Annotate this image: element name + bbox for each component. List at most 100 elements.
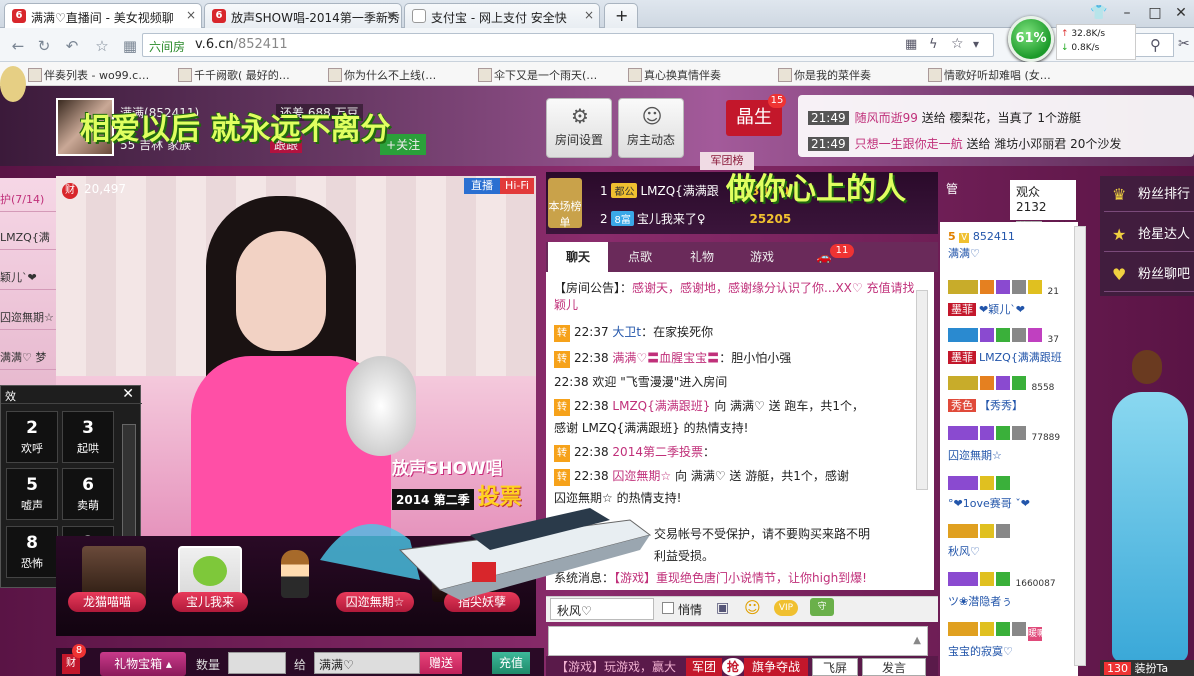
gift-label[interactable]: 宝儿我来 (172, 592, 248, 612)
undo-icon[interactable]: ↶ (62, 36, 82, 56)
chat-target-select[interactable]: 秋风♡ (550, 598, 654, 620)
fan-rank-button[interactable]: ♛ 粉丝排行 (1104, 178, 1194, 212)
star-icon[interactable]: ☆ (92, 36, 112, 56)
audience-item[interactable]: 暖嘛 宝宝的寂寞♡ (948, 622, 1072, 659)
audience-scrollbar[interactable] (1074, 226, 1086, 666)
close-icon[interactable]: × (186, 8, 196, 22)
lightning-icon[interactable]: ϟ (929, 37, 938, 52)
effect-button[interactable]: 6 卖萌 (62, 468, 114, 520)
qty-label: 数量 (196, 658, 221, 672)
recipient-select[interactable]: 满满♡ (314, 652, 420, 674)
audience-item[interactable]: 1660087 ツ❀潜隐者ぅ (948, 572, 1072, 609)
host-dynamics-button[interactable]: ☺ 房主动态 (618, 98, 684, 158)
chat-line: 转 22:38 LMZQ{满满跟班} 向 满满♡ 送 跑车，共1个， (554, 398, 914, 416)
manage-label[interactable]: 管 (946, 180, 958, 197)
audience-item[interactable]: 5 V 852411 满满♡ (948, 230, 1072, 261)
gift-label[interactable]: 龙猫喵喵 (68, 592, 146, 612)
tab-chat[interactable]: 聊天 (548, 242, 608, 272)
chat-input[interactable]: ▲ (548, 626, 928, 656)
image-icon[interactable]: ▣ (716, 600, 729, 616)
dress-up-label[interactable]: 130 装扮Ta (1100, 660, 1194, 676)
address-bar[interactable]: 六间房 v.6.cn/852411 ▦ ϟ ☆ ▾ (142, 33, 994, 57)
effect-button[interactable]: 8 恐怖 (6, 526, 58, 578)
emoji-icon[interactable]: ☺ (744, 598, 761, 617)
effect-button[interactable]: 2 欢呼 (6, 411, 58, 463)
shirt-icon[interactable]: 👕 (1084, 2, 1114, 24)
effect-button[interactable]: 3 起哄 (62, 411, 114, 463)
flag-war-button[interactable]: 旗争夺战 (744, 658, 808, 676)
effect-button[interactable]: 5 嘘声 (6, 468, 58, 520)
bookmark-item[interactable]: 千千阙歌( 最好的… (176, 67, 290, 83)
bookmark-item[interactable]: 伞下又是一个雨天(… (476, 67, 597, 83)
guard-title: 护(7/14) (0, 184, 56, 212)
bookmark-item[interactable]: 伴奏列表 - wo99.c… (26, 67, 149, 83)
effects-title: 效 (1, 386, 142, 404)
guard-item[interactable]: 满满♡ 梦 (0, 342, 56, 370)
whisper-checkbox[interactable] (662, 602, 674, 614)
tab-gift[interactable]: 礼物 (672, 242, 732, 272)
up-arrow-icon: ↑ (1061, 29, 1069, 39)
tab-show[interactable]: 6 放声SHOW唱-2014第一季新秀 × (204, 3, 402, 28)
session-rank-badge[interactable]: 本场榜单 (548, 178, 582, 229)
model-dress (1112, 392, 1188, 662)
room-settings-button[interactable]: ⚙ 房间设置 (546, 98, 612, 158)
speed-ball[interactable]: 61% (1008, 16, 1054, 62)
vip-icon: V (959, 233, 970, 243)
search-icon[interactable]: ⚲ (1150, 36, 1161, 54)
close-icon[interactable]: ✕ (122, 386, 134, 402)
close-icon[interactable]: × (584, 8, 594, 22)
guard-item[interactable]: 颖儿`❤ (0, 262, 56, 290)
gift-box-button[interactable]: 礼物宝箱 ▴ (100, 652, 186, 676)
audience-item[interactable]: 21 墨菲 ❤颖儿`❤ (948, 280, 1072, 317)
audience-item[interactable]: 37 墨菲 LMZQ{满满跟班 (948, 328, 1072, 365)
fan-bar-button[interactable]: ♥ 粉丝聊吧 (1104, 258, 1194, 292)
audience-item[interactable]: 秋风♡ (948, 524, 1072, 559)
say-button[interactable]: 发言 (862, 658, 926, 676)
rank-row[interactable]: 2 8富 宝儿我来了♀ 25205 (600, 210, 791, 230)
recharge-button[interactable]: 充值 (492, 652, 530, 674)
expand-icon[interactable]: ▲ (913, 635, 921, 646)
minimize-icon[interactable]: – (1112, 2, 1142, 24)
bookmark-item[interactable]: 你为什么不上线(… (326, 67, 436, 83)
send-gift-button[interactable]: 赠送 (420, 652, 462, 674)
army-button[interactable]: 军团 (686, 658, 722, 676)
audience-item[interactable]: 8558 秀色 【秀秀】 (948, 376, 1072, 413)
level-badge (948, 622, 978, 636)
audience-item[interactable]: °❤1ove赛哥 ˇ❤ (948, 476, 1072, 511)
new-tab-button[interactable]: + (604, 3, 638, 28)
scissors-icon[interactable]: ✂ (1178, 36, 1190, 52)
bookmark-item[interactable]: 情歌好听却难唱 (女… (926, 67, 1051, 83)
bookmark-item[interactable]: 你是我的菜伴奏 (776, 67, 871, 83)
guard-item[interactable]: 囚迩無期☆ (0, 302, 56, 330)
bookmark-item[interactable]: 真心换真情伴奏 (626, 67, 721, 83)
chat-line: 转 22:37 大卫t：在家挨死你 (554, 324, 914, 342)
url-text[interactable]: v.6.cn/852411 (195, 37, 288, 52)
star-count-badge: 15 (768, 94, 786, 108)
guard-item[interactable]: LMZQ{满 (0, 222, 56, 250)
gear-icon: ⚙ (571, 104, 589, 128)
tab-live-room[interactable]: 6 满满♡直播间 - 美女视频聊 × (4, 3, 202, 28)
qr-icon[interactable]: ▦ (905, 37, 917, 52)
vip-icon[interactable]: VIP (774, 600, 798, 616)
refresh-icon[interactable]: ↻ (34, 36, 54, 56)
grid-icon[interactable]: ▦ (120, 36, 140, 56)
audience-item[interactable]: 77889 囚迩無期☆ (948, 426, 1072, 463)
hifi-tag[interactable]: Hi-Fi (500, 178, 534, 194)
close-window-icon[interactable]: ✕ (1166, 2, 1194, 24)
close-icon[interactable]: × (386, 8, 396, 22)
guard-icon[interactable]: 守 (810, 598, 834, 616)
avatar-model[interactable] (1106, 340, 1194, 662)
fly-screen-button[interactable]: 飞屏 (812, 658, 858, 676)
tab-alipay[interactable]: 支付宝 - 网上支付 安全快 × (404, 3, 600, 28)
grab-icon[interactable]: 抢 (722, 658, 744, 676)
bookmark-star-icon[interactable]: ☆ (951, 36, 964, 52)
quantity-input[interactable] (228, 652, 286, 674)
game-prompt[interactable]: 【游戏】玩游戏，赢大奖 (556, 658, 686, 676)
site-name: 六间房 (149, 40, 186, 54)
tab-game[interactable]: 游戏 (732, 242, 792, 272)
chat-scrollbar[interactable] (916, 290, 928, 490)
star-grabber-button[interactable]: ★ 抢星达人 (1104, 218, 1194, 252)
dropdown-icon[interactable]: ▾ (973, 37, 979, 51)
tab-song[interactable]: 点歌 (610, 242, 670, 272)
back-icon[interactable]: ← (8, 36, 28, 56)
